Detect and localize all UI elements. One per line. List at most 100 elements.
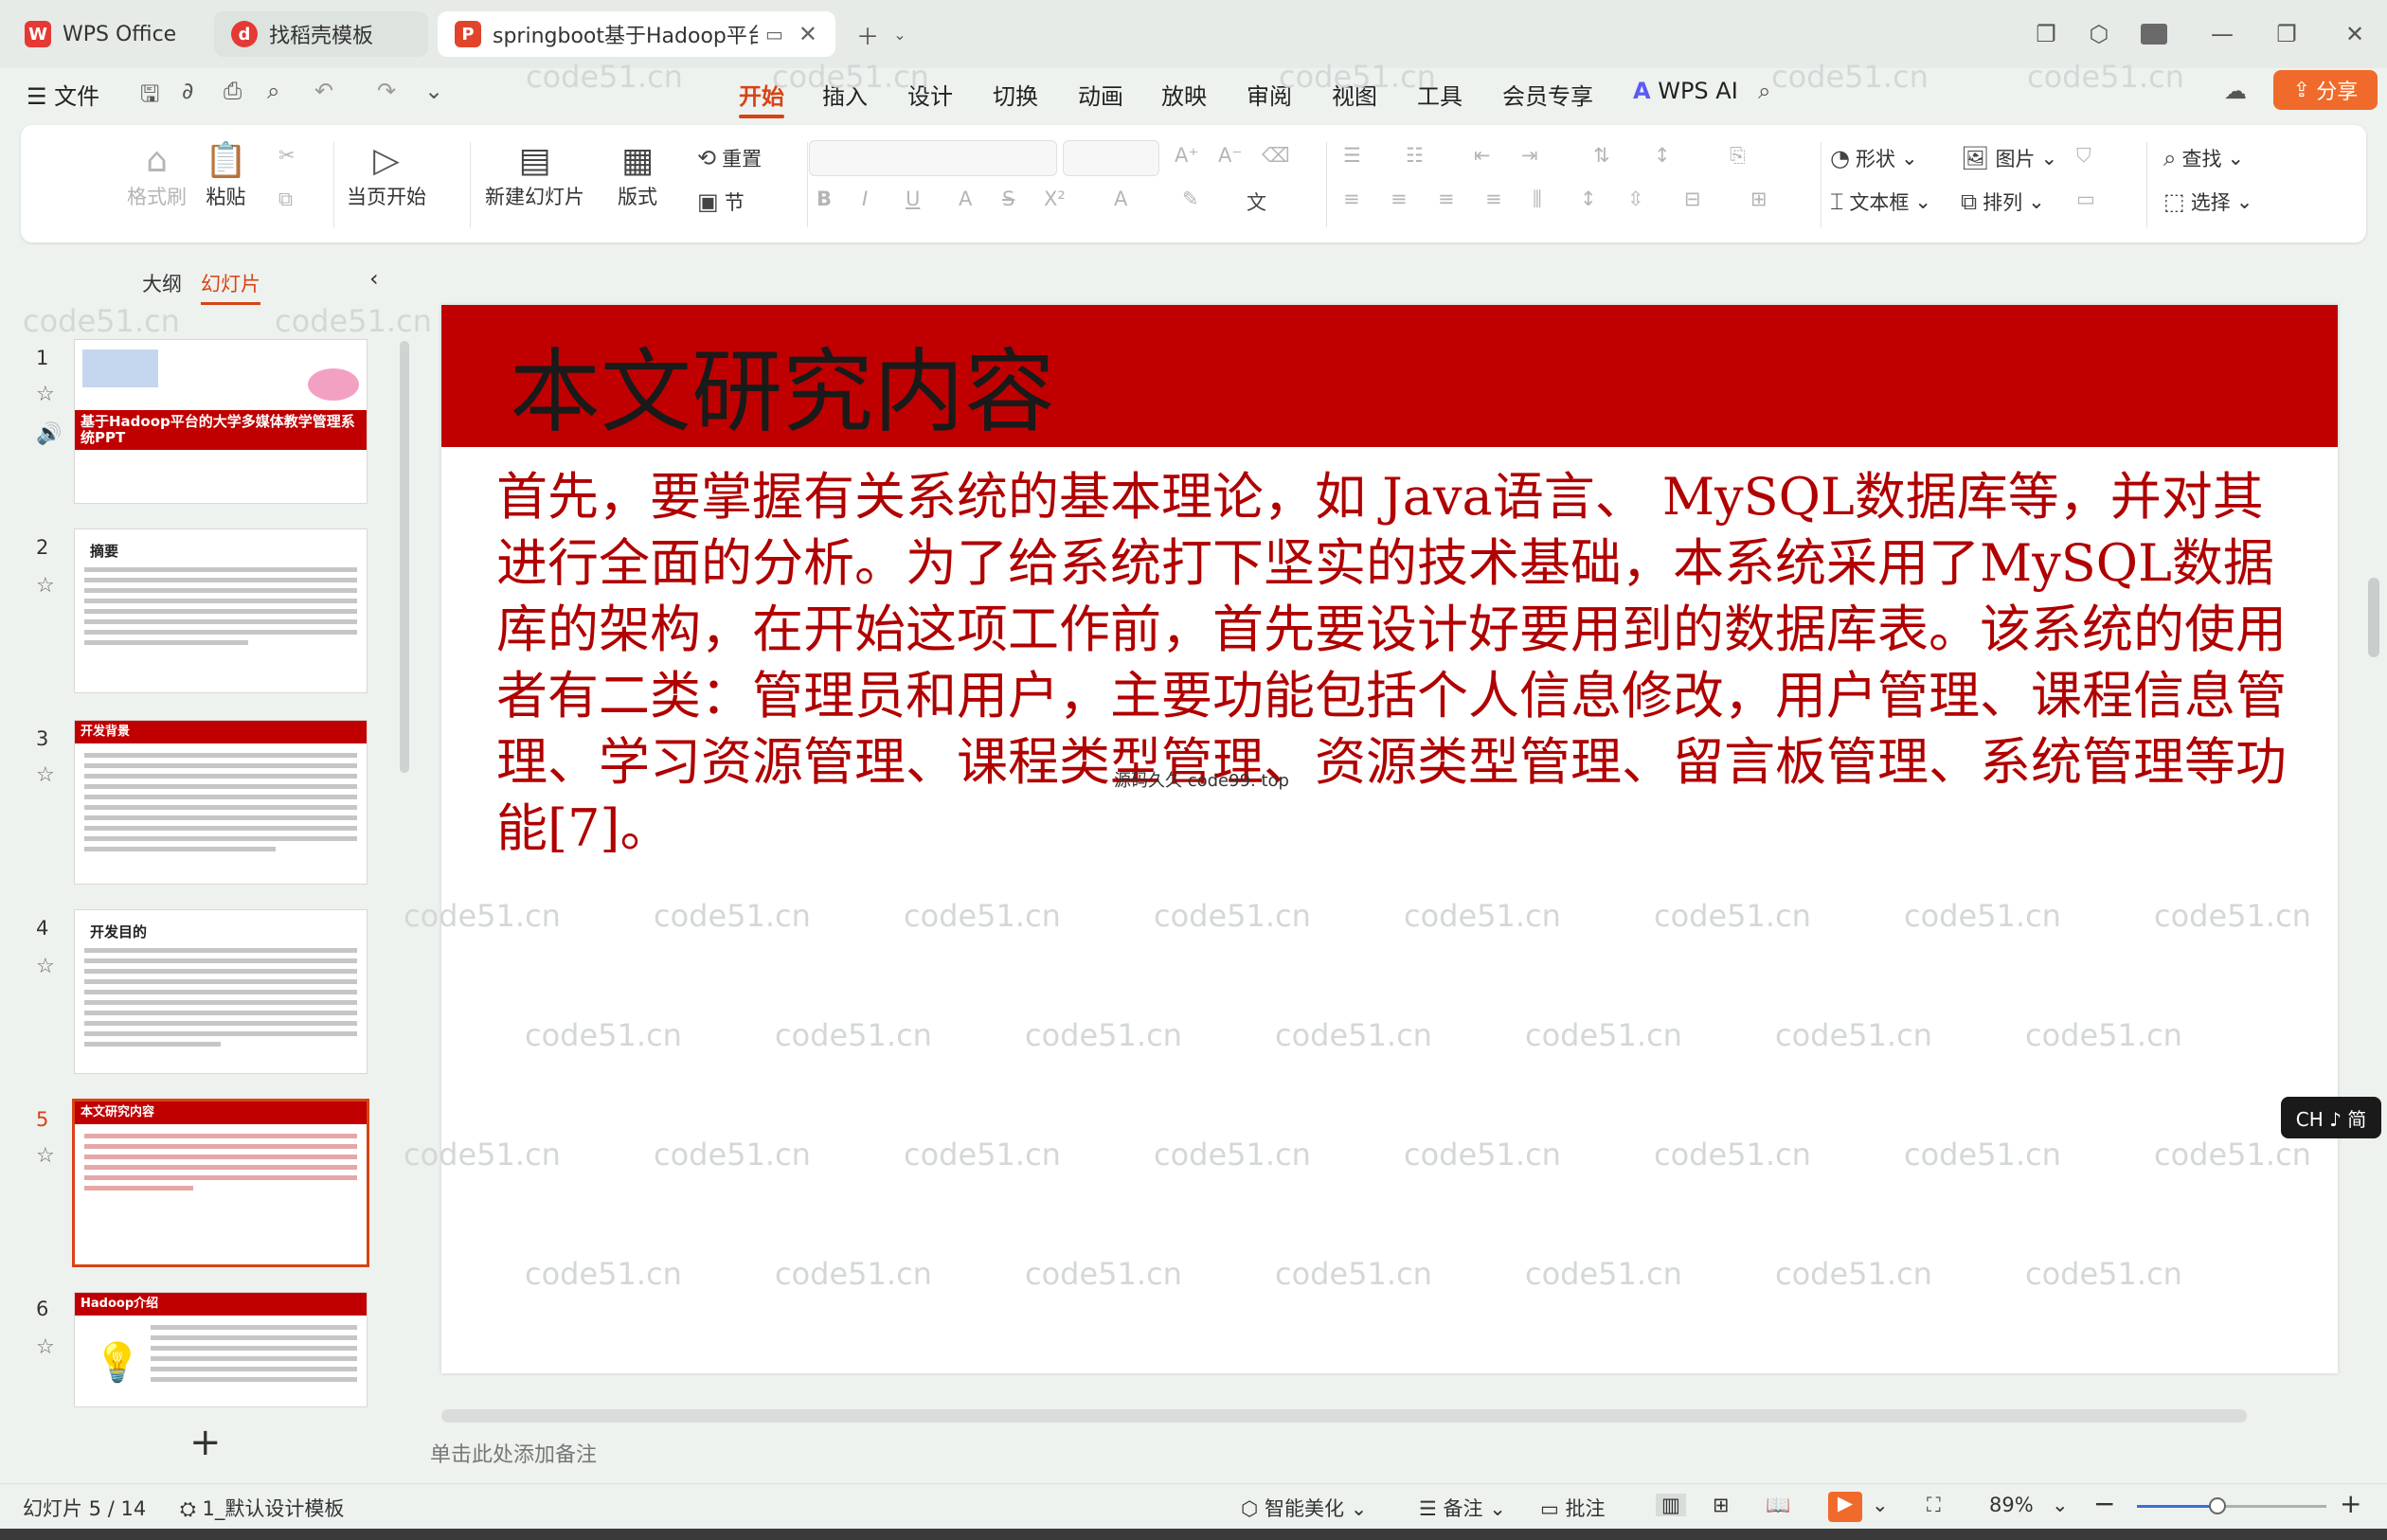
cut-icon[interactable]: ✂ [278,144,296,167]
menu-item-transition[interactable]: 切换 [993,78,1038,111]
play-slideshow-icon[interactable]: ▶ [1828,1492,1862,1522]
slide-canvas[interactable]: 本文研究内容 首先，要掌握有关系统的基本理论，如 Java语言、 MySQL数据… [404,305,2338,1373]
copy-icon[interactable]: ⧉ [278,188,293,211]
grow-font-icon[interactable]: A⁺ [1175,144,1198,167]
comments-button[interactable]: ▭ 批注 [1540,1494,1606,1522]
slide-thumbnail-3[interactable]: 开发背景 [74,720,368,885]
line-spacing-icon[interactable]: ↕ [1580,188,1597,210]
theme-indicator[interactable]: ⛭ 1_默认设计模板 [180,1494,344,1522]
redo-icon[interactable]: ↷ [377,78,396,104]
tab-document[interactable]: P springboot基于Hadoop平台的 ▭ ✕ [438,11,835,57]
undo-icon[interactable]: ↶ [314,78,333,104]
zoom-out-icon[interactable]: − [2093,1488,2115,1519]
italic-icon[interactable]: I [862,188,868,210]
reading-view-icon[interactable]: 📖 [1766,1494,1790,1517]
tab-slides[interactable]: 幻灯片 [201,269,260,305]
tab-outline[interactable]: 大纲 [142,269,182,297]
audio-icon[interactable]: 🔊 [36,422,62,446]
minimize-icon[interactable]: — [2203,15,2241,53]
select-button[interactable]: ⬚ 选择 ⌄ [2163,188,2252,216]
normal-view-icon[interactable]: ▥ [1656,1494,1686,1516]
save-icon[interactable]: 🖫 [140,78,159,116]
star-icon[interactable]: ☆ [36,763,55,787]
panel-scrollbar[interactable] [400,341,409,773]
textbox-button[interactable]: ⌶ 文本框 ⌄ [1830,188,1931,216]
print-icon[interactable]: ⎙ [224,78,242,104]
columns-icon[interactable]: ⊞ [1750,188,1768,210]
star-icon[interactable]: ☆ [36,574,55,598]
bullets-icon[interactable]: ☰ [1343,144,1361,167]
layout-button[interactable]: ▦ 版式 [618,140,657,210]
window-layout-icon[interactable]: ❐ [2027,15,2065,53]
share-button[interactable]: ⇪ 分享 [2273,70,2378,110]
slide-thumbnail-4[interactable]: 开发目的 [74,909,368,1074]
menu-item-slideshow[interactable]: 放映 [1161,78,1207,111]
menu-item-insert[interactable]: 插入 [822,78,868,111]
tab-wps-office[interactable]: W WPS Office [8,11,202,57]
new-slide-button[interactable]: ▤ 新建幻灯片 [485,140,584,210]
zoom-level[interactable]: 89% [1989,1494,2034,1516]
numbering-icon[interactable]: ☷ [1406,144,1424,167]
underline-icon[interactable]: U [906,188,920,210]
wps-ai-button[interactable]: A WPS AI [1633,78,1738,104]
grid-view-icon[interactable]: ⊞ [1713,1494,1730,1516]
indent-icon[interactable]: ⇥ [1521,144,1538,167]
text-align-icon[interactable]: ⊟ [1684,188,1701,210]
chevron-down-icon[interactable]: ⌄ [881,15,919,53]
outline-icon[interactable]: ▭ [2076,188,2095,210]
file-menu[interactable]: ☰ 文件 [27,78,99,111]
star-icon[interactable]: ☆ [36,383,55,406]
section-button[interactable]: ▣ 节 [697,188,745,216]
fit-window-icon[interactable]: ⛶ [1927,1494,1941,1517]
star-icon[interactable]: ☆ [36,955,55,978]
align-left-icon[interactable]: ≡ [1343,188,1360,210]
slide-thumbnail-6[interactable]: Hadoop介绍 💡 [74,1292,368,1407]
add-slide-button[interactable]: + [189,1421,222,1464]
close-window-icon[interactable]: ✕ [2336,15,2374,53]
font-color-icon[interactable]: A [1114,188,1127,210]
slide-title[interactable]: 本文研究内容 [510,318,1055,450]
shape-button[interactable]: ◔ 形状 ⌄ [1830,144,1918,172]
star-icon[interactable]: ☆ [36,1335,55,1359]
beautify-button[interactable]: ⬡ 智能美化 ⌄ [1241,1494,1367,1522]
justify-icon[interactable]: ≡ [1485,188,1502,210]
zoom-in-icon[interactable]: + [2340,1488,2361,1519]
find-button[interactable]: ⌕ 查找 ⌄ [2163,144,2244,172]
align-center-icon[interactable]: ≡ [1391,188,1408,210]
paste-button[interactable]: 📋 粘贴 [205,140,247,210]
menu-item-home[interactable]: 开始 [739,78,784,118]
menu-item-review[interactable]: 审阅 [1247,78,1292,111]
slide-body-text[interactable]: 首先，要掌握有关系统的基本理论，如 Java语言、 MySQL数据库等，并对其进… [496,464,2296,862]
notes-field[interactable]: 单击此处添加备注 [417,1421,2349,1477]
slide-vertical-scrollbar[interactable] [2368,578,2379,657]
close-tab-icon[interactable]: ✕ [799,21,817,47]
outdent-icon[interactable]: ⇤ [1474,144,1491,167]
slide-thumbnail-5[interactable]: 本文研究内容 [72,1099,369,1267]
shrink-font-icon[interactable]: A⁻ [1218,144,1242,167]
strikethrough-icon[interactable]: S [1002,188,1014,210]
picture-button[interactable]: 🖼 图片 ⌄ [1961,144,2057,172]
font-family-select[interactable] [809,140,1057,176]
link-icon[interactable]: ∂ [182,78,193,104]
slide-thumbnail-2[interactable]: 摘要 [74,528,368,693]
highlight-icon[interactable]: ✎ [1182,188,1199,210]
fill-icon[interactable]: ⛉ [2076,144,2091,168]
arrange-button[interactable]: ⧉ 排列 ⌄ [1961,188,2045,216]
avatar[interactable] [2135,15,2173,53]
clear-format-icon[interactable]: ⌫ [1262,144,1290,167]
text-direction-icon[interactable]: ⇅ [1593,144,1610,167]
menu-item-member[interactable]: 会员专享 [1502,78,1593,111]
menu-item-tools[interactable]: 工具 [1417,78,1463,111]
zoom-slider-handle[interactable] [2209,1497,2226,1514]
menu-item-view[interactable]: 视图 [1332,78,1377,111]
monitor-icon[interactable]: ▭ [765,23,783,45]
collapse-panel-icon[interactable]: ‹ [369,265,379,292]
menu-item-design[interactable]: 设计 [907,78,953,111]
reset-button[interactable]: ⟲ 重置 [697,144,762,172]
star-icon[interactable]: ☆ [36,1144,55,1168]
more-chevron-icon[interactable]: ⌄ [424,78,443,104]
convert-icon[interactable]: ⎘ [1730,144,1746,168]
play-from-current-button[interactable]: ▷ 当页开始 [347,140,426,210]
cube-icon[interactable]: ⬡ [2080,15,2118,53]
font-size-select[interactable] [1063,140,1159,176]
